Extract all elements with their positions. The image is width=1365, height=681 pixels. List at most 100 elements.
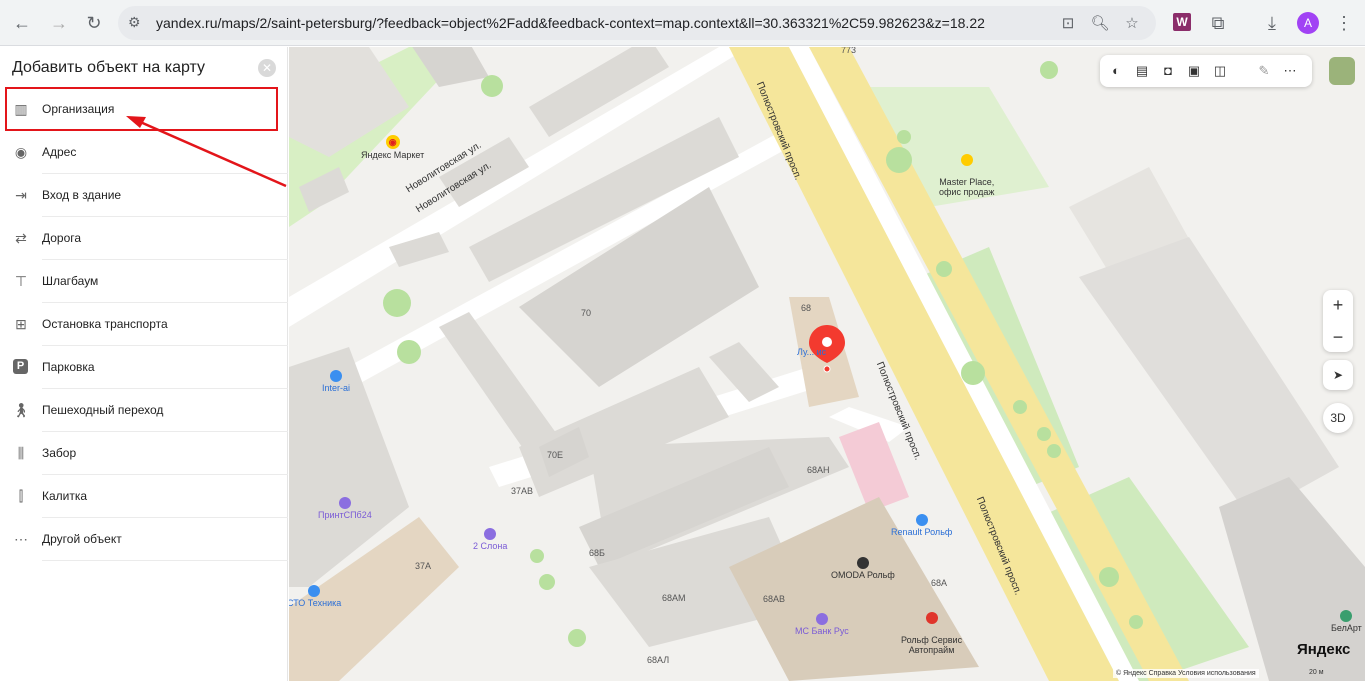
service-icon xyxy=(484,528,497,540)
gate-icon: ⫿ xyxy=(18,488,24,504)
layers-icon[interactable]: ◐ xyxy=(1108,63,1124,79)
divider xyxy=(42,560,288,561)
camera-icon[interactable]: ◘ xyxy=(1160,63,1176,79)
poi-label: Renault Рольф xyxy=(891,527,953,537)
more-options-icon[interactable]: ⋯ xyxy=(1282,63,1298,79)
bus-stop-icon: ⊞ xyxy=(15,316,27,332)
site-info-icon[interactable]: ⚙ xyxy=(128,14,146,32)
menu-item-gate[interactable]: ⫿ Калитка xyxy=(0,475,288,518)
menu-item-crosswalk[interactable]: 🚶︎ Пешеходный переход xyxy=(0,389,288,432)
menu-item-entrance[interactable]: ⇥ Вход в здание xyxy=(0,174,288,217)
map-canvas[interactable]: Новолитовская ул. Новолитовская ул. Полю… xyxy=(289,47,1365,681)
3d-button[interactable]: 3D xyxy=(1323,403,1353,433)
car-service-icon xyxy=(925,612,938,624)
entrance-icon: ⇥ xyxy=(15,187,27,203)
poi-2-slona[interactable]: 2 Слона xyxy=(473,528,507,551)
extensions-puzzle-icon[interactable]: ⧉ xyxy=(1204,9,1232,37)
poi-label: ПринтСПб24 xyxy=(318,510,372,520)
house-number: 68 xyxy=(801,303,812,313)
fence-icon: ⫼ xyxy=(17,445,25,461)
extension-w-icon[interactable]: W xyxy=(1173,13,1191,31)
poi-belart[interactable]: БелАрт xyxy=(1331,610,1362,633)
poi-master-place[interactable]: Master Place, офис продаж xyxy=(939,144,994,197)
poi-ms-bank[interactable]: МС Банк Рус xyxy=(795,613,849,636)
menu-item-label: Другой объект xyxy=(42,532,122,546)
annotation-highlight-box xyxy=(5,87,278,131)
poi-label: МС Банк Рус xyxy=(795,626,849,636)
car-dealer-icon xyxy=(856,557,869,569)
menu-item-other[interactable]: ⋯ Другой объект xyxy=(0,518,288,561)
poi-label: Яндекс Маркет xyxy=(361,150,425,160)
house-number: 37АВ xyxy=(511,486,534,496)
house-number: 773 xyxy=(841,47,857,55)
close-icon[interactable]: ✕ xyxy=(258,59,276,77)
menu-item-label: Шлагбаум xyxy=(42,274,99,288)
menu-item-parking[interactable]: P Парковка xyxy=(0,346,288,389)
house-number: 68АМ xyxy=(662,593,686,603)
poi-renault-rolf[interactable]: Renault Рольф xyxy=(891,514,952,537)
menu-item-road[interactable]: ⇄ Дорога xyxy=(0,217,288,260)
install-app-icon[interactable]: ⊡ xyxy=(1058,14,1078,34)
poi-label: Inter-ai xyxy=(322,383,351,393)
profile-avatar[interactable]: A xyxy=(1297,12,1319,34)
house-number: 70Е xyxy=(547,450,564,460)
menu-item-label: Пешеходный переход xyxy=(42,403,164,417)
house-number: 68АЛ xyxy=(647,655,670,665)
menu-item-label: Дорога xyxy=(42,231,82,245)
poi-label: Рольф Сервис Автопрайм xyxy=(901,635,963,655)
parking-icon: P xyxy=(13,359,28,374)
poi-selected-org[interactable]: Лу... ис xyxy=(797,347,826,357)
poi-printspb24[interactable]: ПринтСПб24 xyxy=(318,497,372,520)
shop-icon xyxy=(330,370,342,382)
transit-bus-icon[interactable]: ▣ xyxy=(1186,63,1202,79)
menu-item-transport-stop[interactable]: ⊞ Остановка транспорта xyxy=(0,303,288,346)
map-footer[interactable]: © Яндекс Справка Условия использования xyxy=(1113,669,1259,678)
add-object-panel: Добавить объект на карту ✕ ▥ Организация… xyxy=(0,47,288,681)
user-avatar[interactable] xyxy=(1329,57,1355,85)
house-number: 68АВ xyxy=(763,594,786,604)
bookmark-star-icon[interactable]: ☆ xyxy=(1122,14,1142,34)
map-scale: 20 м xyxy=(1309,669,1324,676)
zoom-out-button[interactable]: − xyxy=(1323,322,1353,352)
road-sign-icon: ⇄ xyxy=(15,230,27,246)
menu-item-label: Парковка xyxy=(42,360,95,374)
car-dealer-icon xyxy=(915,514,928,526)
panel-title: Добавить объект на карту xyxy=(12,59,206,76)
location-pin-plus-icon: ◉ xyxy=(14,144,28,160)
poi-omoda-rolf[interactable]: OMODA Рольф xyxy=(831,557,895,580)
zoom-in-button[interactable]: + xyxy=(1323,290,1353,320)
menu-item-fence[interactable]: ⫼ Забор xyxy=(0,432,288,475)
poi-rolf-service[interactable]: Рольф Сервис Автопрайм xyxy=(901,602,962,655)
house-number: 70 xyxy=(581,308,592,318)
menu-item-barrier[interactable]: ⊤ Шлагбаум xyxy=(0,260,288,303)
ruler-icon[interactable]: ✎ xyxy=(1256,63,1272,79)
bank-icon xyxy=(815,613,828,625)
yandex-logo: Яндекс xyxy=(1297,641,1351,658)
map-layers-toolbar: ◐ ▤ ◘ ▣ ◫ ✎ ⋯ xyxy=(1100,55,1312,87)
zoom-icon[interactable]: 🔍︎ xyxy=(1090,14,1110,34)
browser-toolbar: ← → ↻ ⚙ yandex.ru/maps/2/saint-petersbur… xyxy=(0,0,1365,46)
poi-label: 2 Слона xyxy=(473,541,508,551)
back-arrow-icon[interactable]: ← xyxy=(8,9,36,37)
pedestrian-icon: 🚶︎ xyxy=(12,402,30,418)
poi-label: БелАрт xyxy=(1331,623,1362,633)
poi-yandex-market[interactable]: ◉ Яндекс Маркет xyxy=(361,135,424,160)
geolocation-arrow-icon[interactable]: ➤ xyxy=(1323,360,1353,390)
object-type-list: ▥ Организация ◉ Адрес ⇥ Вход в здание ⇄ … xyxy=(0,88,288,561)
traffic-icon[interactable]: ◫ xyxy=(1212,63,1228,79)
reload-icon[interactable]: ↻ xyxy=(80,9,108,37)
car-service-icon xyxy=(308,585,321,597)
menu-item-label: Забор xyxy=(42,446,77,460)
download-icon[interactable]: ⤓ xyxy=(1258,9,1286,37)
poi-sto-tehnika[interactable]: СТО Техника xyxy=(289,585,341,608)
more-dots-icon: ⋯ xyxy=(14,531,28,547)
office-icon xyxy=(960,154,973,166)
more-menu-icon[interactable]: ⋮ xyxy=(1330,9,1358,37)
menu-item-address[interactable]: ◉ Адрес xyxy=(0,131,288,174)
forward-arrow-icon[interactable]: → xyxy=(45,9,73,37)
url-text[interactable]: yandex.ru/maps/2/saint-petersburg/?feedb… xyxy=(156,15,985,31)
map-book-icon[interactable]: ▤ xyxy=(1134,63,1150,79)
poi-inter-ai[interactable]: Inter-ai xyxy=(322,370,350,393)
menu-item-label: Вход в здание xyxy=(42,188,122,202)
address-bar[interactable]: ⚙ yandex.ru/maps/2/saint-petersburg/?fee… xyxy=(118,6,1156,40)
